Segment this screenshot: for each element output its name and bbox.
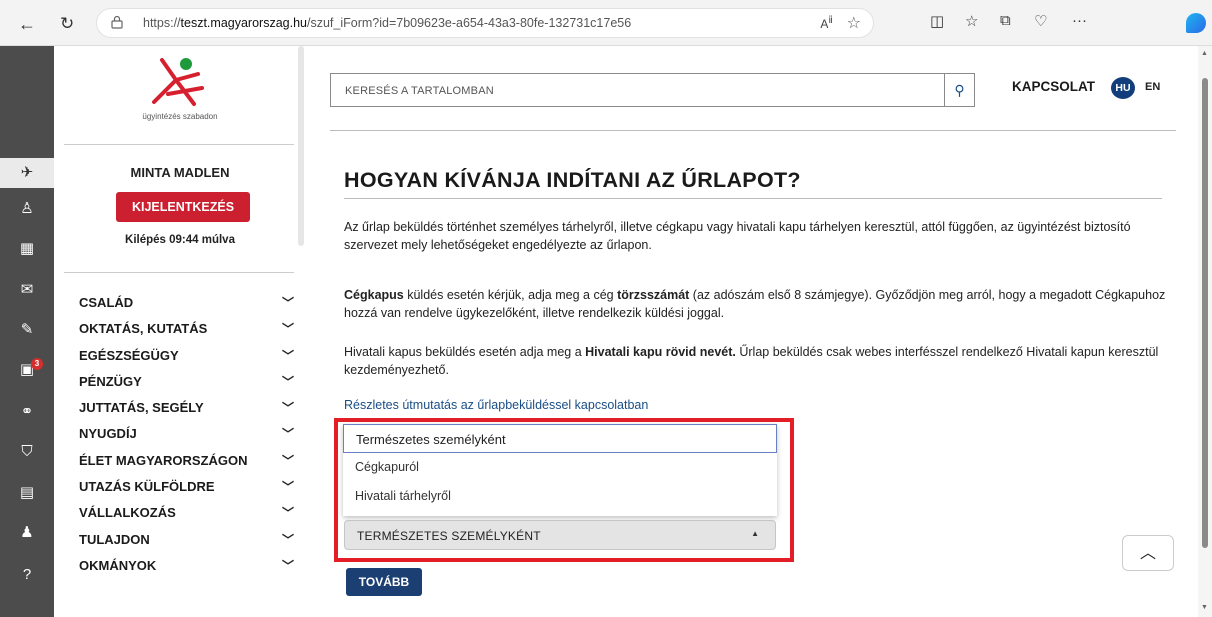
- search-icon[interactable]: ⚲: [944, 74, 974, 106]
- hivatali-kapu-paragraph: Hivatali kapus beküldés esetén adja meg …: [344, 345, 1159, 377]
- chevron-up-icon: ︿: [1139, 545, 1156, 562]
- menu-item[interactable]: NYUGDÍJ ﹀: [79, 421, 294, 447]
- next-button[interactable]: TOVÁBB: [346, 568, 422, 596]
- dropdown-option[interactable]: Természetes személyként: [343, 424, 777, 453]
- menu-item[interactable]: OKTATÁS, KUTATÁS ﹀: [79, 316, 294, 342]
- address-bar[interactable]: https://teszt.magyarorszag.hu/szuf_iForm…: [96, 8, 874, 38]
- menu-item[interactable]: TULAJDON ﹀: [79, 527, 294, 553]
- menu-item[interactable]: OKMÁNYOK ﹀: [79, 553, 294, 579]
- copilot-icon[interactable]: [1186, 13, 1206, 33]
- lock-icon: [111, 15, 123, 29]
- url-text: https://teszt.magyarorszag.hu/szuf_iForm…: [143, 16, 632, 30]
- chevron-down-icon: ﹀: [281, 453, 294, 468]
- divider: [64, 144, 294, 145]
- select-value: TERMÉSZETES SZEMÉLYKÉNT: [357, 529, 541, 543]
- menu-item[interactable]: PÉNZÜGY ﹀: [79, 369, 294, 395]
- dropdown-option[interactable]: Hivatali tárhelyről: [343, 482, 777, 511]
- add-user-icon[interactable]: ♟: [0, 518, 54, 548]
- notifications-icon[interactable]: ▣ 3: [0, 355, 54, 385]
- more-options-icon[interactable]: ···: [1072, 12, 1087, 29]
- menu-item[interactable]: CSALÁD ﹀: [79, 290, 294, 316]
- divider: [344, 198, 1162, 199]
- split-screen-icon[interactable]: ◫: [930, 12, 944, 30]
- intro-paragraph: Az űrlap beküldés történhet személyes tá…: [344, 220, 1131, 252]
- scroll-down-icon[interactable]: ▼: [1201, 604, 1208, 611]
- scroll-up-icon[interactable]: ▲: [1201, 50, 1208, 57]
- back-arrow-icon[interactable]: ←: [18, 14, 36, 35]
- session-timer: Kilépés 09:44 múlva: [125, 234, 235, 246]
- chevron-down-icon: ﹀: [281, 348, 294, 363]
- language-en-button[interactable]: EN: [1145, 81, 1160, 93]
- search-input[interactable]: KERESÉS A TARTALOMBAN ⚲: [330, 73, 975, 107]
- contact-link[interactable]: KAPCSOLAT: [1012, 79, 1095, 94]
- dropdown-option[interactable]: Cégkapuról: [343, 453, 777, 482]
- browser-toolbar: ← ↻ https://teszt.magyarorszag.hu/szuf_i…: [0, 0, 1212, 46]
- home-logo-icon[interactable]: ✈: [0, 158, 54, 188]
- calendar-icon[interactable]: ▦: [0, 234, 54, 264]
- divider: [330, 130, 1176, 131]
- guide-link[interactable]: Részletes útmutatás az űrlapbeküldéssel …: [344, 398, 648, 412]
- collections-icon[interactable]: ⧉: [1000, 12, 1011, 29]
- read-aloud-icon[interactable]: Aⅱ: [820, 15, 833, 31]
- wrench-icon[interactable]: ✎: [0, 315, 54, 345]
- chevron-down-icon: ﹀: [281, 532, 294, 547]
- dropdown-options-list: Természetes személyként Cégkapuról Hivat…: [343, 424, 777, 516]
- favorite-star-icon[interactable]: ☆: [847, 13, 861, 33]
- notification-badge: 3: [31, 358, 43, 370]
- menu-item[interactable]: UTAZÁS KÜLFÖLDRE ﹀: [79, 474, 294, 500]
- link-icon[interactable]: ⚭: [0, 397, 54, 427]
- chevron-down-icon: ﹀: [281, 480, 294, 495]
- category-menu: CSALÁD ﹀ OKTATÁS, KUTATÁS ﹀ EGÉSZSÉGÜGY ﹀ P…: [79, 290, 294, 579]
- menu-item[interactable]: ÉLET MAGYARORSZÁGON ﹀: [79, 448, 294, 474]
- submission-method-select[interactable]: TERMÉSZETES SZEMÉLYKÉNT ▲: [344, 520, 776, 550]
- divider: [64, 272, 294, 273]
- document-icon[interactable]: ▤: [0, 478, 54, 508]
- help-icon[interactable]: ?: [0, 560, 54, 590]
- menu-item[interactable]: EGÉSZSÉGÜGY ﹀: [79, 343, 294, 369]
- scrollbar-thumb[interactable]: [1202, 78, 1208, 548]
- menu-item[interactable]: JUTTATÁS, SEGÉLY ﹀: [79, 395, 294, 421]
- page-scrollbar[interactable]: ▲ ▼: [1198, 46, 1212, 617]
- main-content: KERESÉS A TARTALOMBAN ⚲ KAPCSOLAT HU EN …: [306, 46, 1198, 617]
- chevron-down-icon: ﹀: [281, 558, 294, 573]
- language-hu-button[interactable]: HU: [1111, 77, 1135, 99]
- chevron-down-icon: ﹀: [281, 296, 294, 310]
- search-placeholder: KERESÉS A TARTALOMBAN: [345, 85, 494, 97]
- shield-icon[interactable]: ⛉: [0, 437, 54, 467]
- chevron-down-icon: ﹀: [281, 427, 294, 442]
- caret-up-icon: ▲: [751, 529, 759, 538]
- health-icon[interactable]: ♡: [1034, 12, 1047, 30]
- logout-button[interactable]: KIJELENTKEZÉS: [116, 192, 250, 222]
- icon-sidebar: ✈ ♙ ▦ ✉ ✎ ▣ 3 ⚭ ⛉ ▤ ♟ ?: [0, 46, 54, 617]
- user-icon[interactable]: ♙: [0, 194, 54, 224]
- reload-icon[interactable]: ↻: [60, 14, 74, 34]
- favorites-icon[interactable]: ☆: [965, 12, 978, 30]
- sidebar: ügyintézés szabadon MINTA MADLEN KIJELEN…: [54, 46, 306, 617]
- page-title: HOGYAN KÍVÁNJA INDÍTANI AZ ŰRLAPOT?: [344, 168, 801, 192]
- chevron-down-icon: ﹀: [281, 506, 294, 521]
- site-logo[interactable]: [146, 58, 206, 108]
- chevron-down-icon: ﹀: [281, 322, 294, 337]
- chevron-down-icon: ﹀: [281, 401, 294, 416]
- cegkapu-paragraph: Cégkapus küldés esetén kérjük, adja meg …: [344, 288, 1166, 320]
- chevron-down-icon: ﹀: [281, 374, 294, 389]
- user-name: MINTA MADLEN: [130, 165, 230, 180]
- menu-item[interactable]: VÁLLALKOZÁS ﹀: [79, 500, 294, 526]
- scroll-to-top-button[interactable]: ︿: [1122, 535, 1174, 571]
- sidebar-scrollbar[interactable]: [298, 46, 304, 246]
- mail-icon[interactable]: ✉: [0, 275, 54, 305]
- logo-text: ügyintézés szabadon: [142, 112, 218, 121]
